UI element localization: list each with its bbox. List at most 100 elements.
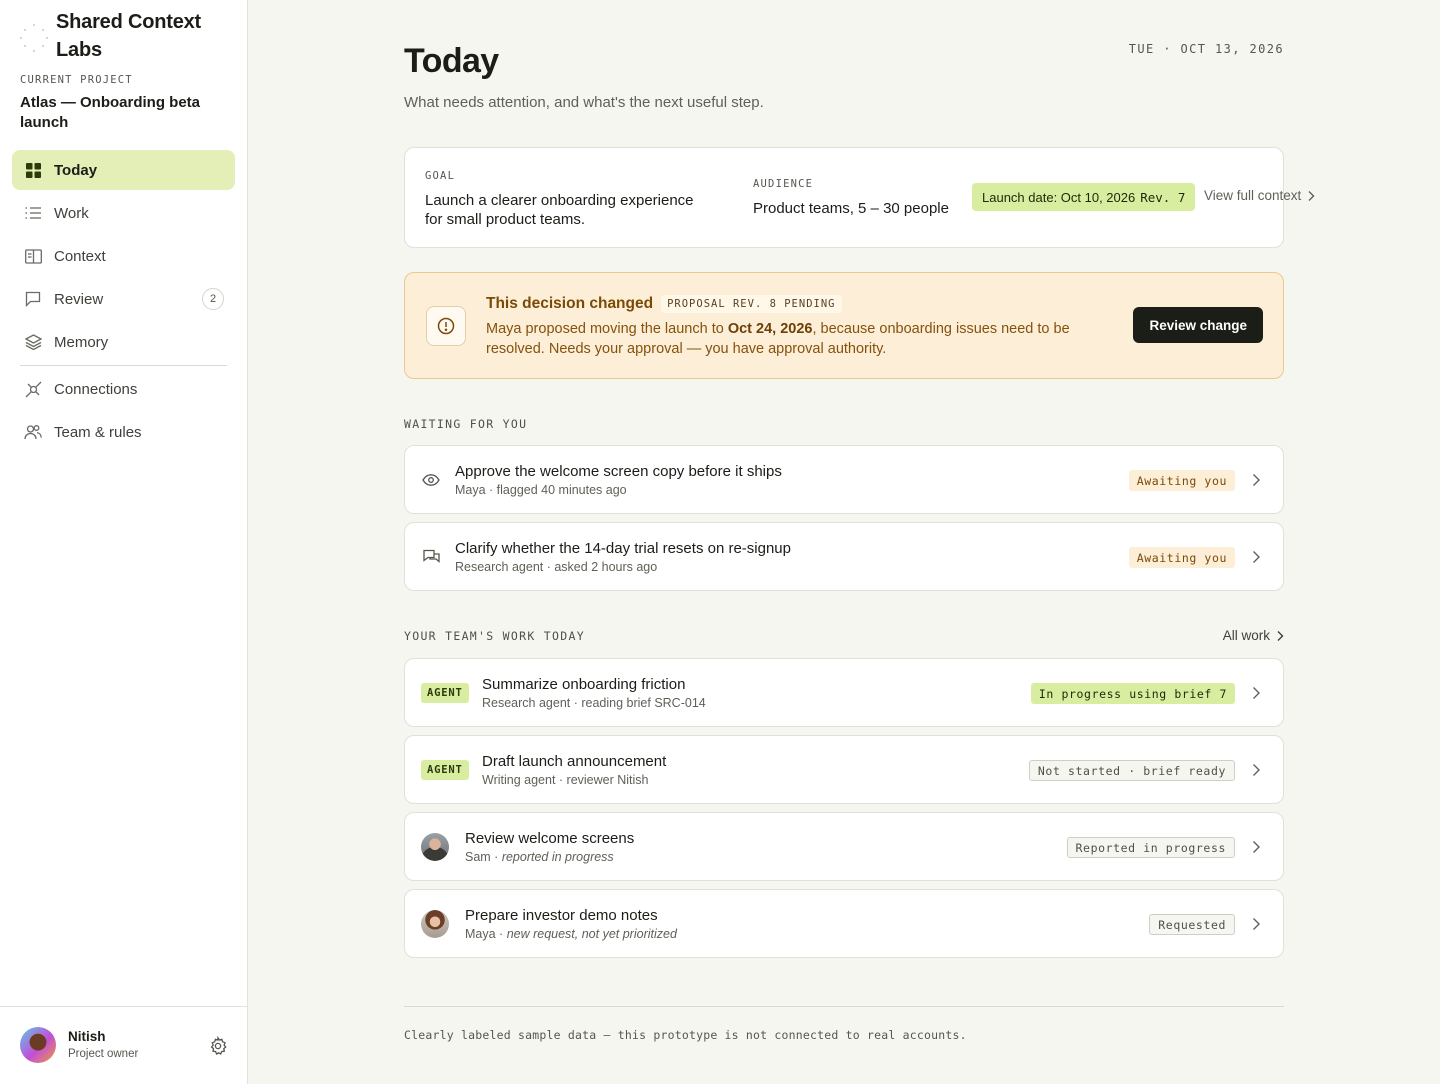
status-badge: Awaiting you [1128, 470, 1235, 491]
chevron-right-icon [1253, 764, 1260, 776]
layers-icon [24, 333, 42, 351]
alert-title: This decision changed PROPOSAL REV. 8 PE… [486, 295, 842, 313]
main-content: Today What needs attention, and what's t… [404, 0, 1315, 1084]
item-title: Clarify whether the 14-day trial resets … [455, 540, 791, 557]
footer-note: Clearly labeled sample data — this proto… [404, 1028, 967, 1042]
sidebar-item-label: Connections [54, 380, 138, 398]
launch-date-badge: Launch date: Oct 10, 2026 Rev. 7 [972, 183, 1196, 211]
status-badge: Awaiting you [1128, 547, 1235, 568]
review-change-button[interactable]: Review change [1133, 307, 1263, 343]
sidebar-item-label: Memory [54, 333, 109, 351]
table-row[interactable]: Prepare investor demo notes Maya · new r… [404, 889, 1284, 958]
alert-title-text: This decision changed [486, 295, 654, 312]
item-subtitle: Maya · flagged 40 minutes ago [455, 483, 627, 497]
audience-value: Product teams, 5 – 30 people [753, 200, 949, 217]
sidebar-nav: Today Work Context Review 2 Memory Conne… [12, 150, 235, 455]
chat-icon [421, 547, 441, 567]
team-section-label: YOUR TEAM'S WORK TODAY [404, 629, 585, 643]
page-title: Today [404, 42, 499, 80]
gear-icon[interactable] [208, 1035, 228, 1056]
proposal-status-tag: PROPOSAL REV. 8 PENDING [661, 295, 842, 313]
sidebar-item-work[interactable]: Work [12, 193, 235, 233]
chevron-right-icon [1253, 474, 1260, 486]
goal-block: GOAL Launch a clearer onboarding experie… [425, 170, 715, 229]
item-owner: Maya · [465, 927, 507, 941]
book-icon [24, 247, 42, 265]
status-badge: Requested [1149, 914, 1235, 935]
sidebar-item-label: Work [54, 204, 89, 222]
item-title: Summarize onboarding friction [482, 676, 686, 693]
item-subtitle: Maya · new request, not yet prioritized [465, 927, 677, 941]
table-row[interactable]: AGENT Draft launch announcement Writing … [404, 735, 1284, 804]
all-work-label: All work [1222, 628, 1270, 643]
user-role: Project owner [68, 1048, 139, 1060]
alert-body: Maya proposed moving the launch to Oct 2… [486, 320, 1116, 359]
current-date: TUE · OCT 13, 2026 [1128, 42, 1284, 56]
item-note: reported in progress [501, 850, 614, 864]
item-title: Prepare investor demo notes [465, 907, 658, 924]
project-label: CURRENT PROJECT [20, 74, 133, 86]
item-title: Approve the welcome screen copy before i… [455, 463, 782, 480]
item-title: Draft launch announcement [482, 753, 667, 770]
chevron-right-icon [1253, 841, 1260, 853]
item-title: Review welcome screens [465, 830, 635, 847]
plug-icon [24, 380, 42, 398]
alert-circle-icon [426, 306, 466, 346]
status-badge: In progress using brief 7 [1030, 683, 1235, 704]
sidebar: Shared Context Labs CURRENT PROJECT Atla… [0, 0, 248, 1084]
view-context-label: View full context [1204, 188, 1302, 203]
avatar[interactable] [20, 1027, 56, 1063]
sidebar-item-team-rules[interactable]: Team & rules [12, 412, 235, 452]
brand-name: Shared Context Labs [56, 11, 202, 61]
chevron-right-icon [1253, 918, 1260, 930]
table-row[interactable]: AGENT Summarize onboarding friction Rese… [404, 658, 1284, 727]
team-icon [24, 423, 42, 441]
list-item[interactable]: Approve the welcome screen copy before i… [404, 445, 1284, 514]
eye-icon [421, 470, 441, 490]
avatar [421, 833, 449, 861]
launch-revision: Rev. 7 [1140, 189, 1186, 205]
proposed-date: Oct 24, 2026 [727, 321, 813, 337]
table-row[interactable]: Review welcome screens Sam · reported in… [404, 812, 1284, 881]
goal-label: GOAL [425, 170, 456, 182]
sidebar-item-label: Team & rules [54, 423, 142, 441]
alert-body-intro: Maya proposed moving the launch to [486, 321, 728, 337]
project-name[interactable]: Atlas — Onboarding beta launch [20, 93, 230, 133]
audience-label: AUDIENCE [753, 178, 814, 190]
brand[interactable]: Shared Context Labs [20, 8, 226, 64]
list-icon [24, 204, 42, 222]
item-subtitle: Writing agent · reviewer Nitish [482, 773, 649, 787]
agent-tag: AGENT [421, 760, 469, 780]
audience-block: AUDIENCE Product teams, 5 – 30 people [753, 178, 949, 217]
nav-divider [20, 365, 227, 366]
context-summary-card: GOAL Launch a clearer onboarding experie… [404, 147, 1315, 248]
review-count-badge: 2 [202, 288, 224, 310]
item-subtitle: Research agent · asked 2 hours ago [455, 560, 658, 574]
item-note: new request, not yet prioritized [506, 927, 677, 941]
goal-value: Launch a clearer onboarding experience f… [425, 192, 694, 228]
user-panel: Nitish Project owner [0, 1006, 247, 1084]
launch-date-text: Launch date: Oct 10, 2026 [982, 189, 1136, 205]
user-name: Nitish [68, 1029, 106, 1044]
sidebar-item-memory[interactable]: Memory [12, 322, 235, 362]
avatar [421, 910, 449, 938]
sidebar-item-context[interactable]: Context [12, 236, 235, 276]
item-subtitle: Research agent · reading brief SRC-014 [482, 696, 706, 710]
decision-change-alert: This decision changed PROPOSAL REV. 8 PE… [404, 272, 1284, 379]
sidebar-item-label: Review [54, 290, 104, 308]
footer-divider [404, 1006, 1284, 1007]
sidebar-item-today[interactable]: Today [12, 150, 235, 190]
page-subtitle: What needs attention, and what's the nex… [404, 94, 764, 111]
grid-icon [24, 161, 42, 179]
dot-grid-logo-icon [20, 24, 48, 52]
sidebar-item-label: Today [54, 161, 98, 179]
sidebar-item-review[interactable]: Review 2 [12, 279, 235, 319]
chevron-right-icon [1253, 687, 1260, 699]
list-item[interactable]: Clarify whether the 14-day trial resets … [404, 522, 1284, 591]
sidebar-item-connections[interactable]: Connections [12, 369, 235, 409]
chevron-right-icon [1253, 551, 1260, 563]
sidebar-item-label: Context [54, 247, 106, 265]
view-full-context-link[interactable]: View full context [1204, 188, 1315, 203]
all-work-link[interactable]: All work [1223, 628, 1284, 643]
review-icon [24, 290, 42, 308]
